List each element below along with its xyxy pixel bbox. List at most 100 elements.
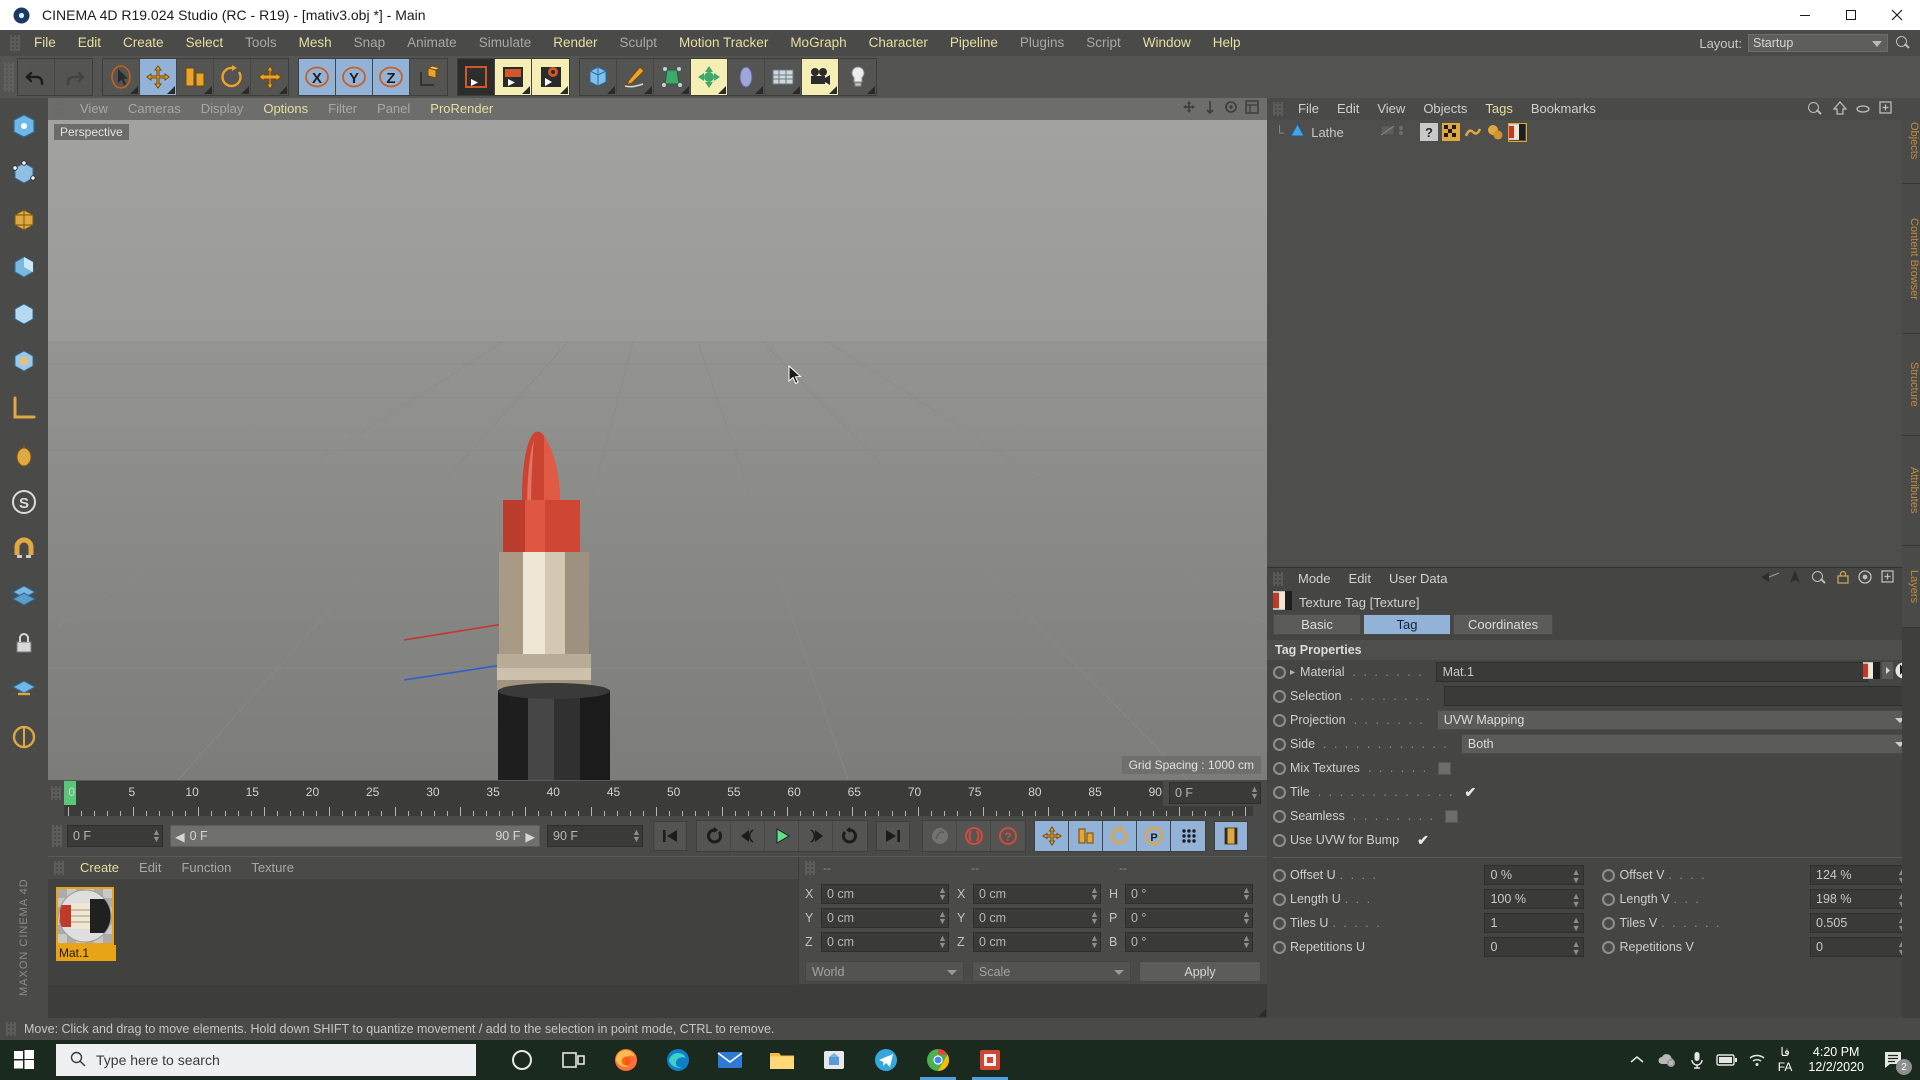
firefox-icon[interactable] [600, 1040, 652, 1080]
record-keyframe-button[interactable] [957, 821, 991, 851]
maximize-button[interactable] [1828, 0, 1874, 30]
menu-tools[interactable]: Tools [234, 30, 288, 56]
menu-script[interactable]: Script [1075, 30, 1132, 56]
deformer-button[interactable] [691, 59, 728, 95]
coord-field-size[interactable]: 0 cm ▲ ▼ [973, 907, 1101, 928]
material-menu-create[interactable]: Create [70, 857, 129, 879]
animate-param-icon[interactable] [1273, 689, 1286, 703]
menu-select[interactable]: Select [175, 30, 235, 56]
toolbar-grip[interactable] [4, 62, 14, 92]
show-hidden-icons-icon[interactable] [1622, 1040, 1652, 1080]
ellipse-icon[interactable] [1856, 102, 1870, 117]
magnet-icon[interactable] [3, 525, 45, 572]
side-tab-objects[interactable]: Objects [1902, 98, 1920, 184]
onedrive-icon[interactable] [1652, 1040, 1682, 1080]
timeline-view-button[interactable] [1214, 821, 1248, 851]
language-indicator[interactable]: فا FA [1772, 1045, 1799, 1075]
render-to-picture-viewer-button[interactable] [495, 59, 532, 95]
menu-edit[interactable]: Edit [67, 30, 112, 56]
move-tool-button[interactable] [140, 59, 177, 95]
viewport-menu-cameras[interactable]: Cameras [118, 98, 191, 120]
add-panel-icon[interactable] [1881, 570, 1894, 586]
numeric-field[interactable]: 100 % ▲ ▼ [1484, 889, 1585, 909]
field-button[interactable] [728, 59, 765, 95]
coordinate-mode-select[interactable]: Scale [972, 961, 1131, 982]
attribute-menu-user-data[interactable]: User Data [1380, 568, 1457, 590]
add-panel-icon[interactable] [1879, 101, 1892, 117]
search-icon[interactable] [1894, 34, 1912, 52]
microsoft-store-icon[interactable] [808, 1040, 860, 1080]
menu-plugins[interactable]: Plugins [1009, 30, 1075, 56]
attribute-select-side[interactable]: Both [1460, 734, 1912, 754]
viewport-menu-filter[interactable]: Filter [318, 98, 367, 120]
checkbox-checked-icon[interactable]: ✔ [1465, 785, 1479, 799]
animate-param-icon[interactable] [1273, 665, 1286, 679]
edge-mode-icon[interactable] [3, 196, 45, 243]
layout-select[interactable]: Startup [1748, 34, 1888, 52]
scale-tool-button[interactable] [177, 59, 214, 95]
cube-primitive-button[interactable] [580, 59, 617, 95]
numeric-field[interactable]: 0 % ▲ ▼ [1484, 865, 1585, 885]
frame-start-field[interactable]: 0 F ▲ ▼ [67, 825, 163, 847]
viewport-menu-view[interactable]: View [70, 98, 118, 120]
maximize-view-icon[interactable] [1245, 100, 1259, 117]
lock-icon[interactable] [1837, 570, 1849, 587]
telegram-icon[interactable] [860, 1040, 912, 1080]
spinner-icon[interactable]: ▲▼ [1242, 933, 1251, 950]
attribute-menu-mode[interactable]: Mode [1289, 568, 1340, 590]
lock-y-axis-button[interactable]: Y [336, 59, 373, 95]
perspective-viewport[interactable]: Y X [48, 120, 1267, 780]
revert-button[interactable] [833, 821, 867, 851]
attribute-menu-edit[interactable]: Edit [1340, 568, 1380, 590]
cinema4d-taskbar-icon[interactable] [964, 1040, 1016, 1080]
animate-param-icon[interactable] [1273, 785, 1286, 799]
animate-param-icon[interactable] [1273, 940, 1286, 954]
light-button[interactable] [839, 59, 876, 95]
snap-icon[interactable]: S [3, 478, 45, 525]
notification-center-icon[interactable]: 2 [1874, 1040, 1914, 1080]
home-icon[interactable] [1832, 100, 1848, 118]
object-menu-tags[interactable]: Tags [1476, 98, 1521, 120]
viewport-menu-prorender[interactable]: ProRender [420, 98, 503, 120]
world-object-coordinate-button[interactable] [410, 59, 447, 95]
coord-field-pos[interactable]: 0 cm ▲ ▼ [821, 931, 949, 952]
material-menu-function[interactable]: Function [171, 857, 241, 879]
autokey-magnet-button[interactable] [923, 821, 957, 851]
checkbox-wrap[interactable] [1438, 761, 1452, 775]
edge-icon[interactable] [652, 1040, 704, 1080]
lock-z-axis-button[interactable]: Z [373, 59, 410, 95]
coord-field-pos[interactable]: 0 cm ▲ ▼ [821, 907, 949, 928]
go-to-start-button[interactable] [653, 821, 687, 851]
spinner-icon[interactable]: ▲▼ [1572, 916, 1581, 933]
frame-end-field[interactable]: 90 F ▲ ▼ [547, 825, 643, 847]
object-manager-grip[interactable] [1273, 102, 1283, 116]
spinner-icon[interactable]: ▲▼ [632, 828, 641, 844]
spinner-icon[interactable]: ▲▼ [938, 933, 947, 950]
zoom-view-icon[interactable] [1203, 100, 1217, 117]
viewport-menu-panel[interactable]: Panel [367, 98, 420, 120]
apply-button[interactable]: Apply [1139, 961, 1261, 982]
search-icon[interactable] [1810, 569, 1828, 587]
loop-button[interactable] [697, 821, 731, 851]
menu-sculpt[interactable]: Sculpt [609, 30, 669, 56]
current-frame-display[interactable]: 0 F ▲ ▼ [1169, 782, 1261, 804]
step-forward-button[interactable] [799, 821, 833, 851]
checkbox-checked-icon[interactable]: ✔ [1417, 833, 1431, 847]
redo-button[interactable] [55, 59, 92, 95]
pan-view-icon[interactable] [1182, 100, 1196, 117]
object-menu-bookmarks[interactable]: Bookmarks [1522, 98, 1605, 120]
menu-file[interactable]: File [23, 30, 67, 56]
texture-tag-icon[interactable] [1507, 122, 1527, 142]
workplane-planar-icon[interactable] [3, 666, 45, 713]
spinner-icon[interactable]: ▲▼ [1572, 868, 1581, 885]
side-tab-content-browser[interactable]: Content Browser [1902, 184, 1920, 334]
side-tab-attributes[interactable]: Attributes [1902, 436, 1920, 546]
spinner-icon[interactable]: ▲▼ [1250, 785, 1259, 801]
spinner-icon[interactable]: ▲▼ [1090, 909, 1099, 926]
attribute-manager-grip[interactable] [1273, 572, 1283, 586]
checkbox-icon[interactable] [1438, 761, 1452, 775]
spinner-icon[interactable]: ▲▼ [1090, 933, 1099, 950]
close-button[interactable] [1874, 0, 1920, 30]
scene-object-button[interactable] [765, 59, 802, 95]
object-menu-view[interactable]: View [1368, 98, 1414, 120]
